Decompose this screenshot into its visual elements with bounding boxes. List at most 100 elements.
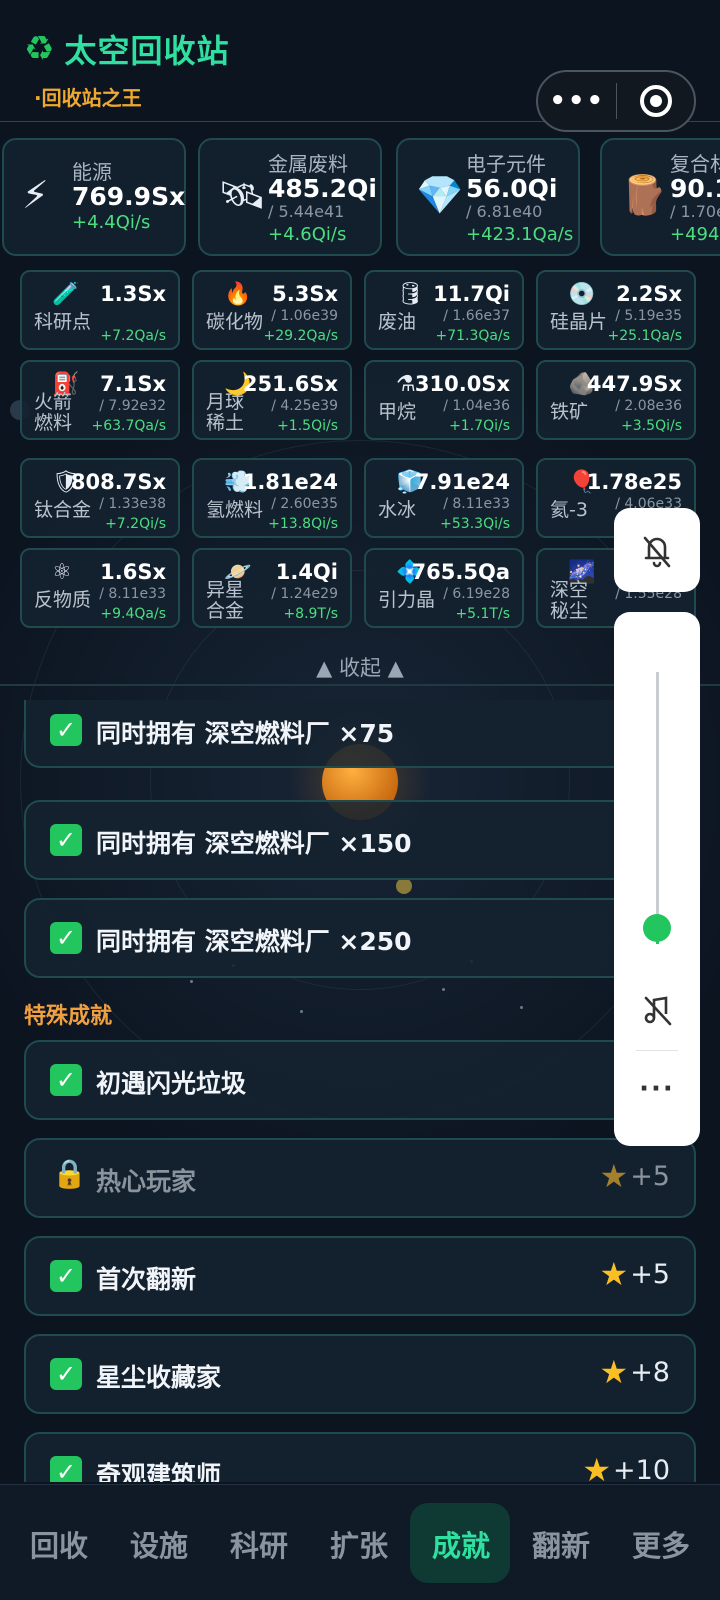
satellite-icon: 🛰 bbox=[218, 173, 267, 217]
resource-name: 氢燃料 bbox=[206, 499, 264, 521]
volume-more-button[interactable]: ··· bbox=[614, 1074, 700, 1104]
achievement-row[interactable]: ✓ 同时拥有 深空燃料厂 ×250 ★ bbox=[24, 898, 696, 978]
silent-toggle-button[interactable] bbox=[614, 508, 700, 592]
close-miniprogram-button[interactable] bbox=[617, 85, 694, 117]
achievement-row[interactable]: ✓ 奇观建筑师 ★ +10 bbox=[24, 1432, 696, 1482]
achievement-title: 热心玩家 bbox=[96, 1167, 197, 1196]
resource-rate: +25.1Qa/s bbox=[607, 328, 682, 344]
resource-name: 反物质 bbox=[34, 589, 92, 611]
resource-name: 铁矿 bbox=[550, 401, 589, 423]
more-menu-button[interactable]: ••• bbox=[538, 86, 616, 116]
achievement-row-locked[interactable]: 🔒 热心玩家 ★ +5 bbox=[24, 1138, 696, 1218]
resource-card-energy[interactable]: ⚡ 能源 769.9Sx +4.4Qi/s bbox=[2, 138, 186, 256]
resource-value: 2.2Sx bbox=[616, 282, 682, 306]
resource-icon: 🛢 bbox=[396, 282, 424, 307]
resource-label: 复合材 bbox=[670, 152, 720, 176]
resource-name: 科研点 bbox=[34, 311, 92, 333]
resource-name: 月球 稀土 bbox=[206, 391, 245, 434]
resource-card[interactable]: 💨 氢燃料 1.81e24/ 2.60e35 +13.8Qi/s bbox=[192, 458, 352, 538]
resource-value: 1.78e25 bbox=[586, 470, 682, 494]
resource-card[interactable]: 🌙 月球 稀土 251.6Sx/ 4.25e39 +1.5Qi/s bbox=[192, 360, 352, 440]
resource-rate: +5.1T/s bbox=[455, 606, 510, 622]
mute-button[interactable] bbox=[640, 992, 676, 1032]
resource-card[interactable]: 💿 硅晶片 2.2Sx / 5.19e35 +25.1Qa/s bbox=[536, 270, 696, 350]
achievement-reward: ★ +5 bbox=[599, 1157, 671, 1195]
volume-panel: ··· bbox=[614, 612, 700, 1146]
resource-icon: ⚗ bbox=[396, 372, 416, 397]
resource-cap: / 2.60e35 bbox=[271, 496, 338, 512]
resource-rate: +1.7Qi/s bbox=[449, 418, 510, 434]
resource-card[interactable]: ⛽ 火箭 燃料 7.1Sx/ 7.92e32 +63.7Qa/s bbox=[20, 360, 180, 440]
resource-card[interactable]: 🧊 水冰 7.91e24/ 8.11e33 +53.3Qi/s bbox=[364, 458, 524, 538]
resource-rate: +4.4Qi/s bbox=[72, 212, 151, 233]
resource-icon: ⚛ bbox=[52, 560, 72, 585]
resource-card[interactable]: 🪨 铁矿 447.9Sx/ 2.08e36 +3.5Qi/s bbox=[536, 360, 696, 440]
resource-name: 钛合金 bbox=[34, 499, 92, 521]
resource-card[interactable]: 🔥 碳化物 5.3Sx / 1.06e39 +29.2Qa/s bbox=[192, 270, 352, 350]
achievement-reward: ★ +10 bbox=[582, 1454, 670, 1482]
small-planet bbox=[396, 878, 412, 894]
resource-rate: +1.5Qi/s bbox=[277, 418, 338, 434]
achievement-title: 初遇闪光垃圾 bbox=[96, 1069, 247, 1098]
nav-tab[interactable]: 科研 bbox=[230, 1523, 288, 1565]
resource-rate: +71.3Qa/s bbox=[435, 328, 510, 344]
resource-rate: +494. bbox=[670, 224, 720, 245]
collapse-toggle[interactable]: ▲ 收起 ▲ bbox=[0, 652, 720, 682]
resource-name: 火箭 燃料 bbox=[34, 391, 73, 434]
app-title: ♻ 太空回收站 bbox=[24, 26, 230, 72]
resource-card-metal-scrap[interactable]: 🛰 金属废料 485.2Qi / 5.44e41 +4.6Qi/s bbox=[198, 138, 382, 256]
resource-card[interactable]: 🛡 钛合金 808.7Sx/ 1.33e38 +7.2Qi/s bbox=[20, 458, 180, 538]
resource-card-composite[interactable]: 🪵 复合材 90.1 / 1.70e +494. bbox=[600, 138, 720, 256]
resource-label: 能源 bbox=[72, 160, 112, 184]
resource-rate: +29.2Qa/s bbox=[263, 328, 338, 344]
gem-icon: 💎 bbox=[416, 173, 464, 217]
resource-cap: / 5.44e41 bbox=[268, 202, 345, 221]
achievement-title: 同时拥有 深空燃料厂 ×150 bbox=[96, 829, 412, 858]
volume-slider-knob[interactable] bbox=[643, 913, 671, 942]
achievement-row[interactable]: ✓ 首次翻新 ★ +5 bbox=[24, 1236, 696, 1316]
wood-log-icon: 🪵 bbox=[620, 173, 668, 217]
nav-tab[interactable]: 回收 bbox=[30, 1523, 88, 1565]
resource-rate: +423.1Qa/s bbox=[466, 224, 574, 245]
star-icon: ★ bbox=[582, 1451, 612, 1482]
nav-tab[interactable]: 翻新 bbox=[532, 1523, 590, 1565]
achievement-row[interactable]: ✓ 同时拥有 深空燃料厂 ×150 ★ bbox=[24, 800, 696, 880]
resource-name: 碳化物 bbox=[206, 311, 264, 333]
resource-card[interactable]: ⚗ 甲烷 310.0Sx / 1.04e36 +1.7Qi/s bbox=[364, 360, 524, 440]
resource-value: 1.81e24 bbox=[242, 470, 338, 494]
resource-cap: / 8.11e33 bbox=[443, 496, 510, 512]
nav-tab[interactable]: 成就 bbox=[432, 1523, 490, 1565]
check-icon: ✓ bbox=[50, 714, 82, 746]
resource-value: 56.0Qi bbox=[466, 174, 558, 203]
achievement-row[interactable]: ✓ 星尘收藏家 ★ +8 bbox=[24, 1334, 696, 1414]
resource-card[interactable]: 🧪 科研点 1.3Sx +7.2Qa/s bbox=[20, 270, 180, 350]
resource-rate: +4.6Qi/s bbox=[268, 224, 347, 245]
app-header: ♻ 太空回收站 ·回收站之王 ••• bbox=[0, 0, 720, 132]
resource-value: 251.6Sx bbox=[242, 372, 338, 396]
app-name: 太空回收站 bbox=[64, 32, 230, 70]
check-icon: ✓ bbox=[50, 824, 82, 856]
achievement-row[interactable]: ✓ 初遇闪光垃圾 ★ bbox=[24, 1040, 696, 1120]
nav-tab[interactable]: 更多 bbox=[632, 1523, 690, 1565]
resource-card[interactable]: ⚛ 反物质 1.6Sx / 8.11e33 +9.4Qa/s bbox=[20, 548, 180, 628]
achievement-row[interactable]: ✓ 同时拥有 深空燃料厂 ×75 ★ bbox=[24, 700, 696, 768]
resource-card[interactable]: 🪐 异星 合金 1.4Qi/ 1.24e29 +8.9T/s bbox=[192, 548, 352, 628]
nav-tab[interactable]: 设施 bbox=[130, 1523, 188, 1565]
resource-rate: +13.8Qi/s bbox=[268, 516, 338, 532]
resource-name: 水冰 bbox=[378, 499, 417, 521]
nav-tab[interactable]: 扩张 bbox=[330, 1523, 388, 1565]
divider bbox=[0, 684, 720, 686]
check-icon: ✓ bbox=[50, 1456, 82, 1482]
resource-card[interactable]: 💠 引力晶 765.5Qa/ 6.19e28 +5.1T/s bbox=[364, 548, 524, 628]
star-icon: ★ bbox=[599, 1353, 629, 1391]
resource-card[interactable]: 🛢 废油 11.7Qi / 1.66e37 +71.3Qa/s bbox=[364, 270, 524, 350]
resource-value: 7.1Sx bbox=[100, 372, 166, 396]
lock-icon: 🔒 bbox=[52, 1157, 87, 1190]
resource-card-electronics[interactable]: 💎 电子元件 56.0Qi / 6.81e40 +423.1Qa/s bbox=[396, 138, 580, 256]
bell-off-icon bbox=[643, 536, 671, 568]
volume-slider-track[interactable] bbox=[656, 672, 659, 944]
miniprogram-capsule: ••• bbox=[536, 70, 696, 132]
resource-value: 5.3Sx bbox=[272, 282, 338, 306]
resource-cap: / 6.19e28 bbox=[443, 586, 510, 602]
resource-name: 深空 秘尘 bbox=[550, 579, 589, 622]
